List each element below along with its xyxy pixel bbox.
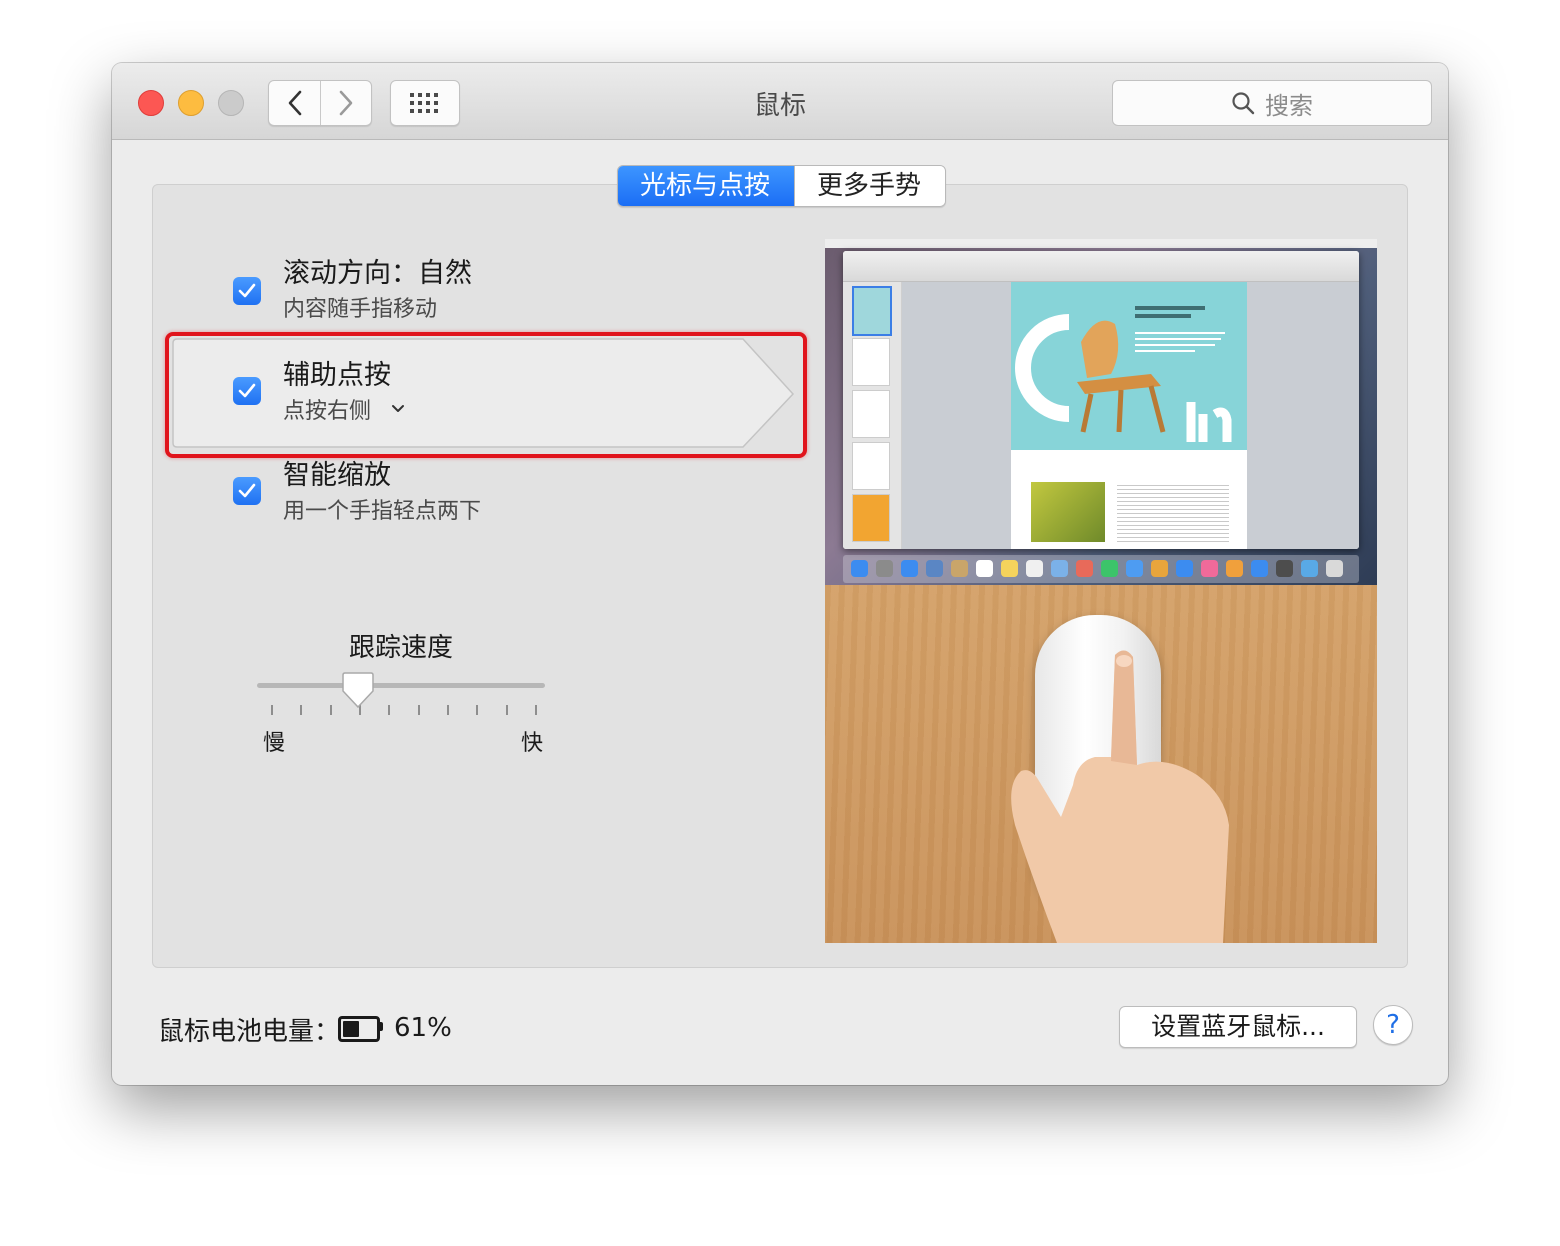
- checkmark-icon: [238, 283, 256, 298]
- tracking-speed-label: 跟踪速度: [349, 633, 454, 663]
- secondary-click-dropdown[interactable]: 点按右侧: [283, 393, 405, 425]
- tab-more-gestures[interactable]: 更多手势: [794, 166, 945, 206]
- preview-hero: [1011, 282, 1247, 450]
- hand-image: [1011, 650, 1229, 943]
- highlight-box: [165, 332, 807, 458]
- dock-app-icon: [1251, 560, 1268, 577]
- preview-photo: [1031, 482, 1105, 542]
- dock-app-icon: [1051, 560, 1068, 577]
- dock-app-icon: [851, 560, 868, 577]
- smart-zoom-subtitle: 用一个手指轻点两下: [283, 499, 482, 524]
- dock-app-icon: [1276, 560, 1293, 577]
- preview-page: [1011, 282, 1247, 549]
- dock-app-icon: [901, 560, 918, 577]
- slider-tick: [300, 705, 303, 715]
- help-button[interactable]: ?: [1373, 1005, 1413, 1045]
- dock-app-icon: [1226, 560, 1243, 577]
- search-icon: [1232, 92, 1255, 115]
- battery-percentage: 61%: [394, 1013, 452, 1043]
- slider-tick: [329, 705, 332, 715]
- slider-tick: [417, 705, 420, 715]
- slider-tick: [271, 705, 273, 715]
- battery-terminal: [380, 1022, 383, 1031]
- dock-app-icon: [976, 560, 993, 577]
- preview-menubar: [825, 239, 1377, 248]
- preview-document-window: [843, 251, 1359, 549]
- battery-level-fill: [343, 1021, 359, 1037]
- preview-toolbar: [843, 251, 1359, 282]
- settings-panel: 滚动方向：自然 内容随手指移动 辅助点按 点按右侧 智能缩放 用一个手指轻点两下: [152, 184, 1408, 968]
- secondary-click-value: 点按右侧: [283, 399, 372, 424]
- checkmark-icon: [238, 383, 256, 398]
- preview-thumb: [852, 390, 890, 438]
- preview-thumb: [852, 286, 892, 336]
- dock-app-icon: [1201, 560, 1218, 577]
- preview-thumb: [852, 494, 890, 542]
- dock-app-icon: [1126, 560, 1143, 577]
- dock-app-icon: [1326, 560, 1343, 577]
- slider-tick: [476, 705, 479, 715]
- battery-label: 鼠标电池电量：: [158, 1017, 341, 1047]
- dock-app-icon: [951, 560, 968, 577]
- secondary-click-title: 辅助点按: [283, 360, 391, 391]
- secondary-click-checkbox[interactable]: [233, 377, 261, 405]
- slider-knob[interactable]: [341, 671, 375, 709]
- dock-app-icon: [1026, 560, 1043, 577]
- gesture-preview: [825, 239, 1377, 943]
- preview-screen: [825, 239, 1377, 585]
- preview-text-lines: [1117, 482, 1229, 542]
- search-field[interactable]: 搜索: [1112, 80, 1432, 126]
- scroll-direction-checkbox[interactable]: [233, 277, 261, 305]
- title-bar: 鼠标 搜索: [112, 63, 1448, 140]
- tracking-fast-label: 快: [521, 731, 544, 756]
- scroll-direction-subtitle: 内容随手指移动: [283, 297, 438, 322]
- checkmark-icon: [238, 483, 256, 498]
- chevron-down-icon: [392, 405, 405, 412]
- dock-app-icon: [1176, 560, 1193, 577]
- preferences-window: 鼠标 搜索 光标与点按 更多手势 滚动方向：自然 内容随手指移动 辅助点按 点按…: [112, 63, 1448, 1085]
- tab-point-and-click[interactable]: 光标与点按: [618, 166, 794, 206]
- dock-app-icon: [876, 560, 893, 577]
- smart-zoom-title: 智能缩放: [283, 460, 391, 491]
- dock-app-icon: [1301, 560, 1318, 577]
- tracking-slow-label: 慢: [263, 731, 286, 756]
- dock-app-icon: [1151, 560, 1168, 577]
- dock-app-icon: [1076, 560, 1093, 577]
- slider-tick: [388, 705, 391, 715]
- scroll-direction-title: 滚动方向：自然: [283, 258, 472, 289]
- setup-bluetooth-mouse-button[interactable]: 设置蓝牙鼠标...: [1119, 1006, 1357, 1048]
- dock-app-icon: [1001, 560, 1018, 577]
- preview-dock: [843, 555, 1359, 583]
- search-placeholder: 搜索: [1265, 91, 1313, 120]
- chair-illustration: [1015, 306, 1232, 442]
- slider-ticks: [271, 705, 537, 717]
- slider-tick: [535, 705, 537, 715]
- preview-thumb: [852, 338, 890, 386]
- preview-thumbnails: [843, 282, 902, 549]
- preview-canvas: [902, 282, 1359, 549]
- dock-app-icon: [1101, 560, 1118, 577]
- tracking-speed-slider[interactable]: [257, 683, 545, 688]
- smart-zoom-checkbox[interactable]: [233, 477, 261, 505]
- preview-desk: [825, 585, 1377, 943]
- tab-control: 光标与点按 更多手势: [617, 165, 946, 207]
- slider-tick: [505, 705, 508, 715]
- preview-thumb: [852, 442, 890, 490]
- battery-icon: [338, 1016, 380, 1042]
- dock-app-icon: [926, 560, 943, 577]
- slider-tick: [447, 705, 449, 715]
